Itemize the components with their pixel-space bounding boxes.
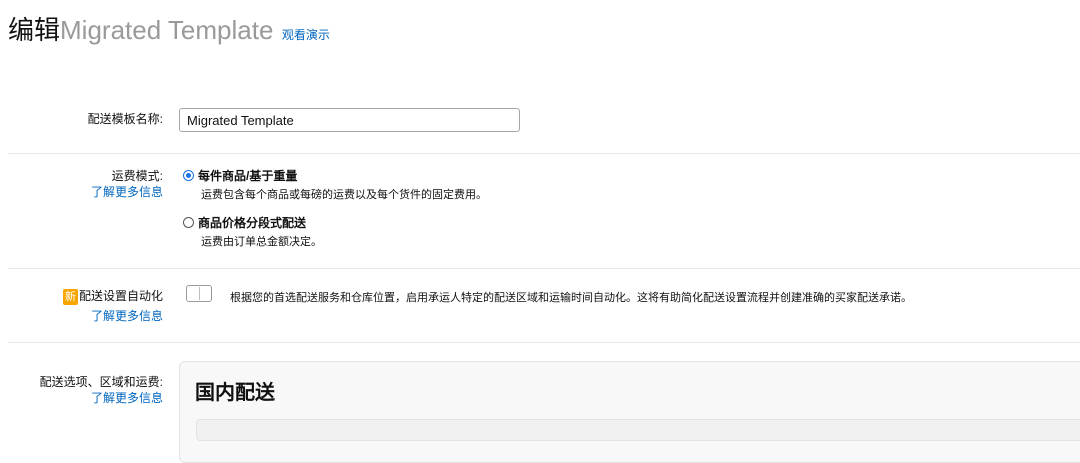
automation-toggle[interactable]	[186, 285, 212, 302]
shipping-mode-learn-more-link[interactable]: 了解更多信息	[91, 184, 163, 200]
page-title-prefix: 编辑	[8, 15, 61, 45]
automation-label-line: 新配送设置自动化	[62, 289, 163, 305]
shipping-options-learn-more-link[interactable]: 了解更多信息	[40, 390, 163, 406]
shipping-mode-label-group: 运费模式: 了解更多信息	[91, 168, 163, 200]
radio-option-description: 运费由订单总金额决定。	[201, 236, 322, 248]
page-title-template-name: Migrated Template	[60, 15, 274, 45]
automation-label-group: 新配送设置自动化 了解更多信息	[62, 288, 163, 324]
radio-button[interactable]	[183, 217, 194, 228]
radio-option-per-item-weight[interactable]: 每件商品/基于重量	[183, 167, 297, 184]
automation-label: 配送设置自动化	[78, 289, 163, 303]
radio-option-title: 每件商品/基于重量	[198, 169, 298, 183]
page-header: 编辑Migrated Template 观看演示	[8, 10, 330, 47]
divider	[8, 342, 1080, 343]
radio-option-price-banded[interactable]: 商品价格分段式配送	[183, 214, 306, 231]
domestic-shipping-panel	[179, 361, 1080, 463]
divider	[8, 268, 1080, 269]
template-name-label: 配送模板名称:	[87, 112, 163, 126]
domestic-shipping-title: 国内配送	[195, 382, 275, 404]
radio-option-title: 商品价格分段式配送	[198, 216, 307, 230]
shipping-options-label-group: 配送选项、区域和运费: 了解更多信息	[40, 374, 163, 406]
new-badge: 新	[62, 289, 78, 305]
toggle-knob	[188, 287, 200, 300]
automation-description: 根据您的首选配送服务和仓库位置，启用承运人特定的配送区域和运输时间自动化。这将有…	[230, 292, 912, 304]
watch-demo-link[interactable]: 观看演示	[282, 28, 330, 42]
divider	[8, 153, 1080, 154]
shipping-options-label: 配送选项、区域和运费:	[39, 375, 163, 389]
radio-button-selected[interactable]	[183, 170, 194, 181]
shipping-mode-label: 运费模式:	[111, 169, 163, 183]
radio-option-description: 运费包含每个商品或每磅的运费以及每个货件的固定费用。	[201, 189, 487, 201]
shipping-rules-table	[196, 419, 1080, 441]
automation-learn-more-link[interactable]: 了解更多信息	[63, 308, 163, 324]
template-name-input[interactable]	[179, 108, 520, 132]
